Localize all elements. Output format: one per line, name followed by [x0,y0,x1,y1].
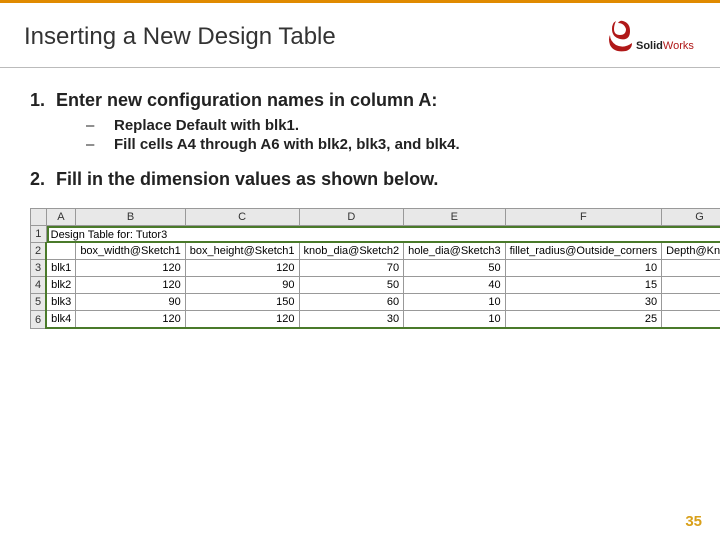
cell: 50 [404,260,506,277]
cell: blk3 [46,294,76,311]
table-row: 6 blk4 120 120 30 10 25 90 [31,311,720,329]
cell: 120 [76,277,185,294]
cell: blk2 [46,277,76,294]
slide-body: 1. Enter new configuration names in colu… [0,68,720,190]
slide-title: Inserting a New Design Table [24,23,606,51]
table-row: 3 blk1 120 120 70 50 10 50 [31,260,720,277]
cell: 30 [299,311,404,329]
cell: 40 [404,277,506,294]
col-header: C [185,209,299,226]
solidworks-logo: SolidWorks [606,17,696,57]
step-text: Fill in the dimension values as shown be… [56,169,438,190]
cell: 60 [299,294,404,311]
cell: 25 [505,311,662,329]
table-row: 5 blk3 90 150 60 10 30 15 [31,294,720,311]
step-text: Fill cells A4 through A6 with blk2, blk3… [114,136,460,153]
col-header: G [662,209,720,226]
table-row: 2 box_width@Sketch1 box_height@Sketch1 k… [31,243,720,260]
cell: hole_dia@Sketch3 [404,243,506,260]
cell: 15 [505,277,662,294]
row-header: 2 [31,243,47,260]
logo-text-bold: Solid [636,40,663,52]
col-header-row: A B C D E F G [31,209,720,226]
table-row: 1 Design Table for: Tutor3 [31,226,720,243]
logo-text-red: Works [663,40,694,52]
cell: box_width@Sketch1 [76,243,185,260]
bullet-dash: – [86,136,114,153]
col-header: D [299,209,404,226]
step-text: Enter new configuration names in column … [56,90,437,111]
cell: 50 [299,277,404,294]
table-row: 4 blk2 120 90 50 40 15 30 [31,277,720,294]
cell: 120 [185,260,299,277]
cell: box_height@Sketch1 [185,243,299,260]
cell: knob_dia@Sketch2 [299,243,404,260]
cell: blk4 [46,311,76,329]
step-text: Replace Default with blk1. [114,117,299,134]
cell: 10 [505,260,662,277]
row-header: 3 [31,260,47,277]
cell: 10 [404,311,506,329]
cell [46,243,76,260]
col-header: E [404,209,506,226]
cell: 90 [76,294,185,311]
cell: 120 [76,311,185,329]
col-header: F [505,209,662,226]
cell: 120 [76,260,185,277]
step-number: 2. [30,169,56,190]
row-header: 4 [31,277,47,294]
cell: 90 [662,311,720,329]
slide-header: Inserting a New Design Table SolidWorks [0,3,720,68]
step-1: 1. Enter new configuration names in colu… [30,90,690,111]
row-header: 5 [31,294,47,311]
step-1a: – Replace Default with blk1. [86,117,690,134]
cell: 70 [299,260,404,277]
cell: Depth@Knob [662,243,720,260]
row-header: 6 [31,311,47,329]
svg-text:SolidWorks: SolidWorks [636,40,694,52]
col-header: B [76,209,185,226]
step-2: 2. Fill in the dimension values as shown… [30,169,690,190]
cell: 90 [185,277,299,294]
design-table-wrap: A B C D E F G 1 Design Table for: Tutor3… [30,208,690,329]
cell: 150 [185,294,299,311]
step-1b: – Fill cells A4 through A6 with blk2, bl… [86,136,690,153]
cell: 30 [505,294,662,311]
cell: 30 [662,277,720,294]
table-title-cell: Design Table for: Tutor3 [46,226,720,243]
row-header: 1 [31,226,47,243]
cell: 10 [404,294,506,311]
step-1-sublist: – Replace Default with blk1. – Fill cell… [86,117,690,153]
cell: 50 [662,260,720,277]
slide-number: 35 [685,513,702,530]
design-table: A B C D E F G 1 Design Table for: Tutor3… [30,208,720,329]
corner-cell [31,209,47,226]
col-header: A [46,209,76,226]
cell: blk1 [46,260,76,277]
bullet-dash: – [86,117,114,134]
cell: 120 [185,311,299,329]
cell: fillet_radius@Outside_corners [505,243,662,260]
cell: 15 [662,294,720,311]
step-number: 1. [30,90,56,111]
